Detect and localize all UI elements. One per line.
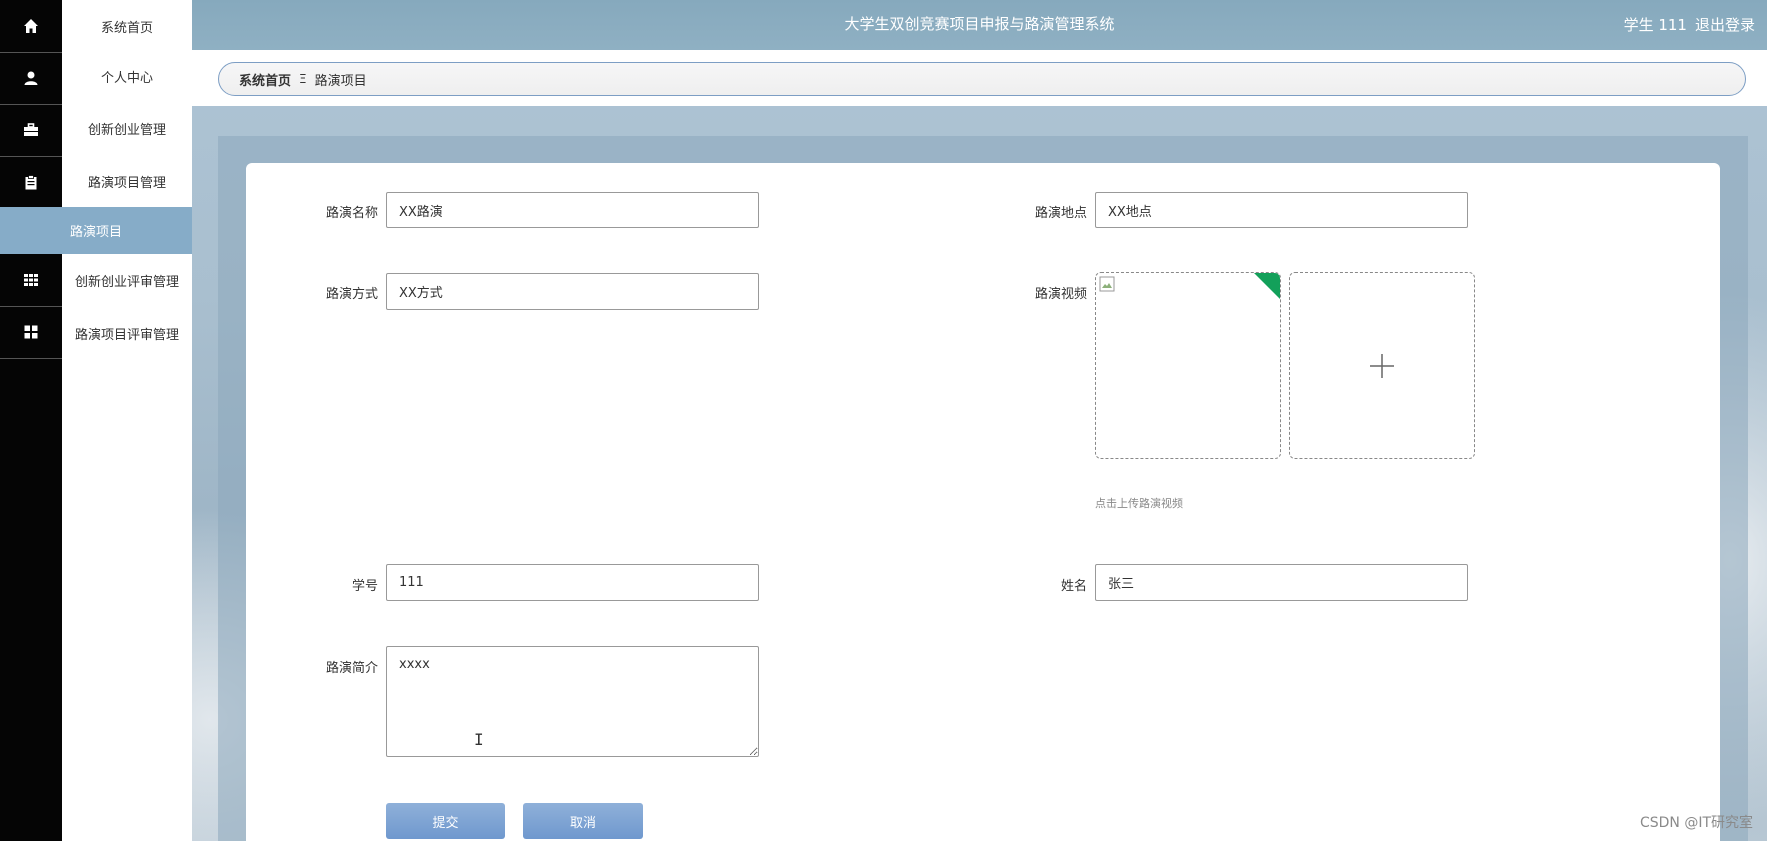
upload-video-tip: 点击上传路演视频 [1095, 497, 1183, 510]
student-id-label: 学号 [351, 579, 378, 594]
intro-label: 路演简介 [325, 661, 378, 676]
intro-textarea[interactable]: xxxx [386, 646, 759, 757]
logout-link[interactable]: 退出登录 [1695, 14, 1755, 35]
submenu-item-roadshow-project[interactable]: 路演项目 [0, 207, 192, 254]
upload-success-badge [1253, 273, 1280, 300]
roadshow-name-label: 路演名称 [325, 206, 378, 221]
sidebar-menu: 系统首页 个人中心 创新创业管理 路演项目管理 创新创业评审管理 路演项目评审管… [62, 0, 192, 841]
student-id-input[interactable] [386, 564, 759, 601]
submit-button[interactable]: 提交 [386, 803, 505, 839]
current-user: 学生 111 [1623, 16, 1687, 34]
roadshow-name-input[interactable] [386, 192, 759, 228]
breadcrumb-current: 路演项目 [314, 73, 367, 89]
sidebar-item-roadshow-review[interactable]: 路演项目评审管理 [62, 307, 192, 359]
watermark: CSDN @IT研究室 [1639, 815, 1753, 831]
sidebar-item-profile[interactable]: 个人中心 [62, 50, 192, 102]
app-title: 大学生双创竞赛项目申报与路演管理系统 [844, 15, 1115, 33]
text-cursor-icon: I [474, 730, 484, 749]
uploaded-video-thumbnail[interactable] [1095, 272, 1281, 459]
grid-icon[interactable] [0, 254, 62, 307]
roadshow-video-label: 路演视频 [1034, 287, 1087, 302]
plus-icon [1370, 353, 1394, 378]
cancel-button[interactable]: 取消 [523, 803, 643, 839]
home-icon[interactable] [0, 0, 62, 53]
roadshow-place-input[interactable] [1095, 192, 1468, 228]
broken-image-icon [1099, 276, 1115, 292]
sidebar-icon-column [0, 0, 62, 841]
sidebar-item-home[interactable]: 系统首页 [62, 0, 192, 52]
roadshow-place-label: 路演地点 [1034, 206, 1087, 221]
sidebar-item-innovation-review[interactable]: 创新创业评审管理 [62, 254, 192, 306]
roadshow-method-input[interactable] [386, 273, 759, 310]
clipboard-icon[interactable] [0, 156, 62, 209]
breadcrumb-separator-icon: Ξ [299, 72, 307, 86]
sidebar-item-roadshow-management[interactable]: 路演项目管理 [62, 155, 192, 207]
roadshow-method-label: 路演方式 [325, 287, 378, 302]
user-area: 学生 111 退出登录 [1624, 14, 1755, 35]
name-input[interactable] [1095, 564, 1468, 601]
dashboard-icon[interactable] [0, 306, 62, 359]
user-icon[interactable] [0, 52, 62, 105]
name-label: 姓名 [1060, 579, 1087, 594]
breadcrumb-home[interactable]: 系统首页 [239, 70, 291, 89]
sidebar-item-innovation[interactable]: 创新创业管理 [62, 102, 192, 154]
upload-video-button[interactable] [1289, 272, 1475, 459]
breadcrumb: 系统首页 Ξ 路演项目 [218, 62, 1746, 96]
top-header: 大学生双创竞赛项目申报与路演管理系统 学生 111 退出登录 [192, 0, 1767, 50]
briefcase-icon[interactable] [0, 104, 62, 157]
